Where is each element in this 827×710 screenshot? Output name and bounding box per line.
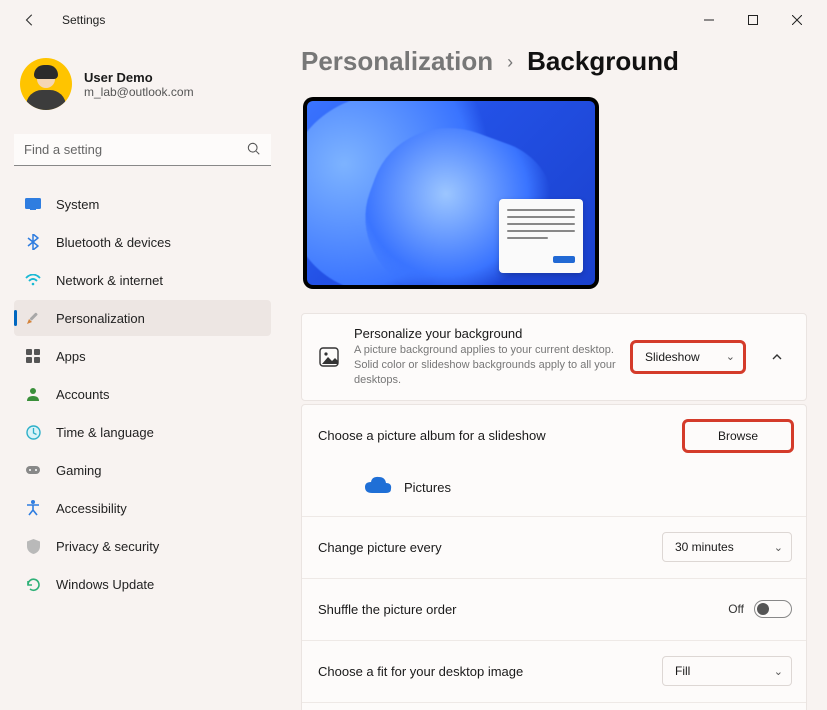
change-every-title: Change picture every [318, 540, 648, 555]
image-icon [318, 347, 340, 367]
gaming-icon [24, 461, 42, 479]
nav: System Bluetooth & devices Network & int… [14, 186, 271, 602]
sidebar-item-privacy[interactable]: Privacy & security [14, 528, 271, 564]
fit-dropdown[interactable]: Fill ⌄ [662, 656, 792, 686]
breadcrumb-parent[interactable]: Personalization [301, 46, 493, 77]
dropdown-value: 30 minutes [675, 540, 734, 554]
back-button[interactable] [14, 4, 46, 36]
nav-label: Privacy & security [56, 539, 159, 554]
avatar [20, 58, 72, 110]
chevron-right-icon: › [507, 52, 513, 73]
apps-icon [24, 347, 42, 365]
wifi-icon [24, 271, 42, 289]
nav-label: Apps [56, 349, 86, 364]
titlebar: Settings [0, 0, 827, 40]
personalize-desc: A picture background applies to your cur… [354, 343, 618, 388]
accessibility-icon [24, 499, 42, 517]
desktop-preview [303, 97, 599, 289]
change-every-dropdown[interactable]: 30 minutes ⌄ [662, 532, 792, 562]
sidebar-item-system[interactable]: System [14, 186, 271, 222]
cloud-folder-icon [364, 475, 392, 500]
chevron-down-icon: ⌄ [726, 350, 735, 363]
chevron-down-icon: ⌄ [774, 541, 783, 554]
sidebar-item-gaming[interactable]: Gaming [14, 452, 271, 488]
sidebar-item-bluetooth[interactable]: Bluetooth & devices [14, 224, 271, 260]
sidebar-item-network[interactable]: Network & internet [14, 262, 271, 298]
search-box [14, 134, 271, 166]
shuffle-state-label: Off [728, 602, 744, 616]
dropdown-value: Slideshow [645, 350, 700, 364]
nav-label: Accounts [56, 387, 109, 402]
sidebar-item-update[interactable]: Windows Update [14, 566, 271, 602]
sidebar-item-accounts[interactable]: Accounts [14, 376, 271, 412]
clock-icon [24, 423, 42, 441]
personalize-background-card: Personalize your background A picture ba… [301, 313, 807, 401]
user-account-row[interactable]: User Demo m_lab@outlook.com [20, 58, 271, 110]
breadcrumb: Personalization › Background [301, 46, 807, 77]
user-email: m_lab@outlook.com [84, 85, 194, 99]
nav-label: Personalization [56, 311, 145, 326]
search-icon [247, 142, 261, 161]
sidebar-item-personalization[interactable]: Personalization [14, 300, 271, 336]
slideshow-settings-card: Choose a picture album for a slideshow B… [301, 404, 807, 710]
window-title: Settings [62, 13, 105, 27]
chevron-down-icon: ⌄ [774, 665, 783, 678]
folder-name: Pictures [404, 480, 451, 495]
user-name: User Demo [84, 70, 194, 85]
system-icon [24, 195, 42, 213]
sidebar-item-apps[interactable]: Apps [14, 338, 271, 374]
nav-label: Time & language [56, 425, 154, 440]
browse-button[interactable]: Browse [684, 421, 792, 451]
search-input[interactable] [14, 134, 271, 166]
nav-label: Gaming [56, 463, 102, 478]
selected-folder-row: Pictures [302, 467, 806, 516]
personalize-title: Personalize your background [354, 326, 618, 341]
breadcrumb-current: Background [527, 46, 679, 77]
collapse-button[interactable] [762, 342, 792, 372]
sidebar: User Demo m_lab@outlook.com System Bluet… [0, 40, 285, 710]
maximize-button[interactable] [731, 4, 775, 36]
nav-label: System [56, 197, 99, 212]
nav-label: Bluetooth & devices [56, 235, 171, 250]
nav-label: Windows Update [56, 577, 154, 592]
person-icon [24, 385, 42, 403]
dropdown-value: Fill [675, 664, 690, 678]
nav-label: Network & internet [56, 273, 163, 288]
bluetooth-icon [24, 233, 42, 251]
shuffle-title: Shuffle the picture order [318, 602, 714, 617]
background-mode-dropdown[interactable]: Slideshow ⌄ [632, 342, 744, 372]
minimize-button[interactable] [687, 4, 731, 36]
sidebar-item-accessibility[interactable]: Accessibility [14, 490, 271, 526]
sidebar-item-time[interactable]: Time & language [14, 414, 271, 450]
nav-label: Accessibility [56, 501, 127, 516]
window-controls [687, 4, 819, 36]
shield-icon [24, 537, 42, 555]
content-area: Personalization › Background Personalize [285, 40, 827, 710]
update-icon [24, 575, 42, 593]
shuffle-toggle[interactable] [754, 600, 792, 618]
choose-album-title: Choose a picture album for a slideshow [318, 428, 670, 443]
paintbrush-icon [24, 309, 42, 327]
fit-title: Choose a fit for your desktop image [318, 664, 648, 679]
close-button[interactable] [775, 4, 819, 36]
